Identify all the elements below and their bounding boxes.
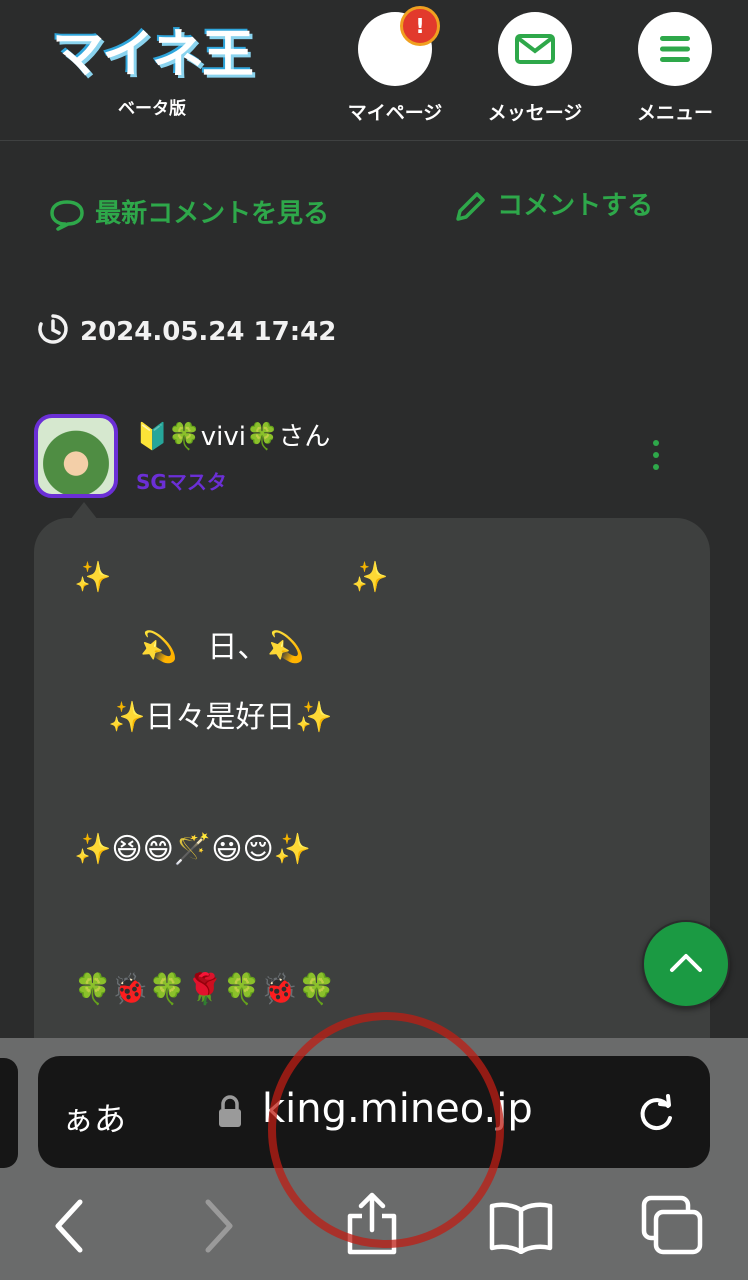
logo-beta-label: ベータ版	[118, 99, 186, 119]
pencil-icon	[456, 191, 485, 221]
more-options-icon[interactable]	[646, 440, 666, 474]
back-icon[interactable]	[48, 1196, 88, 1256]
comment-line: ✨日々是好日✨	[108, 700, 333, 735]
message-icon-circle	[498, 12, 572, 86]
lock-icon	[219, 1095, 241, 1127]
timestamp-text: 2024.05.24 17:42	[80, 317, 337, 347]
post-comment-link[interactable]: コメントする	[452, 186, 653, 226]
clock-icon	[38, 314, 68, 344]
comment-line: 🍀🐞🍀🌹🍀🐞🍀	[74, 972, 336, 1007]
comment-line: ✨😆😄🪄😃😌✨	[74, 832, 312, 867]
tabs-icon[interactable]	[640, 1194, 706, 1258]
notification-badge: !	[400, 6, 440, 46]
comment-line: ✨ ✨	[74, 560, 389, 595]
mypage-avatar: !	[358, 6, 440, 86]
menu-icon-circle	[638, 12, 712, 86]
post-timestamp: 2024.05.24 17:42	[36, 312, 336, 347]
user-avatar[interactable]	[34, 414, 118, 498]
touch-indicator	[268, 1012, 504, 1248]
comment-line: 💫 日、💫	[140, 630, 305, 665]
logo-text: マイネ王	[52, 25, 254, 85]
forward-icon[interactable]	[200, 1196, 240, 1256]
envelope-icon	[515, 34, 555, 64]
bookmarks-icon[interactable]	[488, 1200, 554, 1254]
username[interactable]: 🔰🍀vivi🍀さん	[136, 416, 330, 453]
speech-bubble-icon	[50, 199, 84, 231]
reload-icon[interactable]	[632, 1090, 680, 1138]
message-label: メッセージ	[487, 102, 583, 124]
latest-comments-link[interactable]: 最新コメントを見る	[48, 186, 348, 242]
mineo-logo[interactable]: マイネ王 ベータ版	[52, 20, 254, 120]
chevron-up-icon	[670, 954, 702, 972]
mypage-button[interactable]: ! マイページ	[340, 6, 450, 132]
menu-label: メニュー	[636, 102, 713, 124]
hamburger-icon	[660, 36, 690, 62]
menu-button[interactable]: メニュー	[620, 12, 730, 132]
app-header: マイネ王 ベータ版 ! マイページ メッセージ メニュー	[0, 0, 748, 141]
latest-comments-label: 最新コメントを見る	[95, 199, 330, 229]
previous-tab-edge[interactable]	[0, 1058, 18, 1168]
text-size-button[interactable]: ぁあ	[62, 1094, 126, 1140]
message-button[interactable]: メッセージ	[480, 12, 590, 132]
scroll-to-top-button[interactable]	[642, 920, 730, 1008]
mypage-label: マイページ	[347, 102, 443, 124]
post-comment-label: コメントする	[497, 191, 654, 221]
user-role: SGマスタ	[136, 470, 227, 494]
